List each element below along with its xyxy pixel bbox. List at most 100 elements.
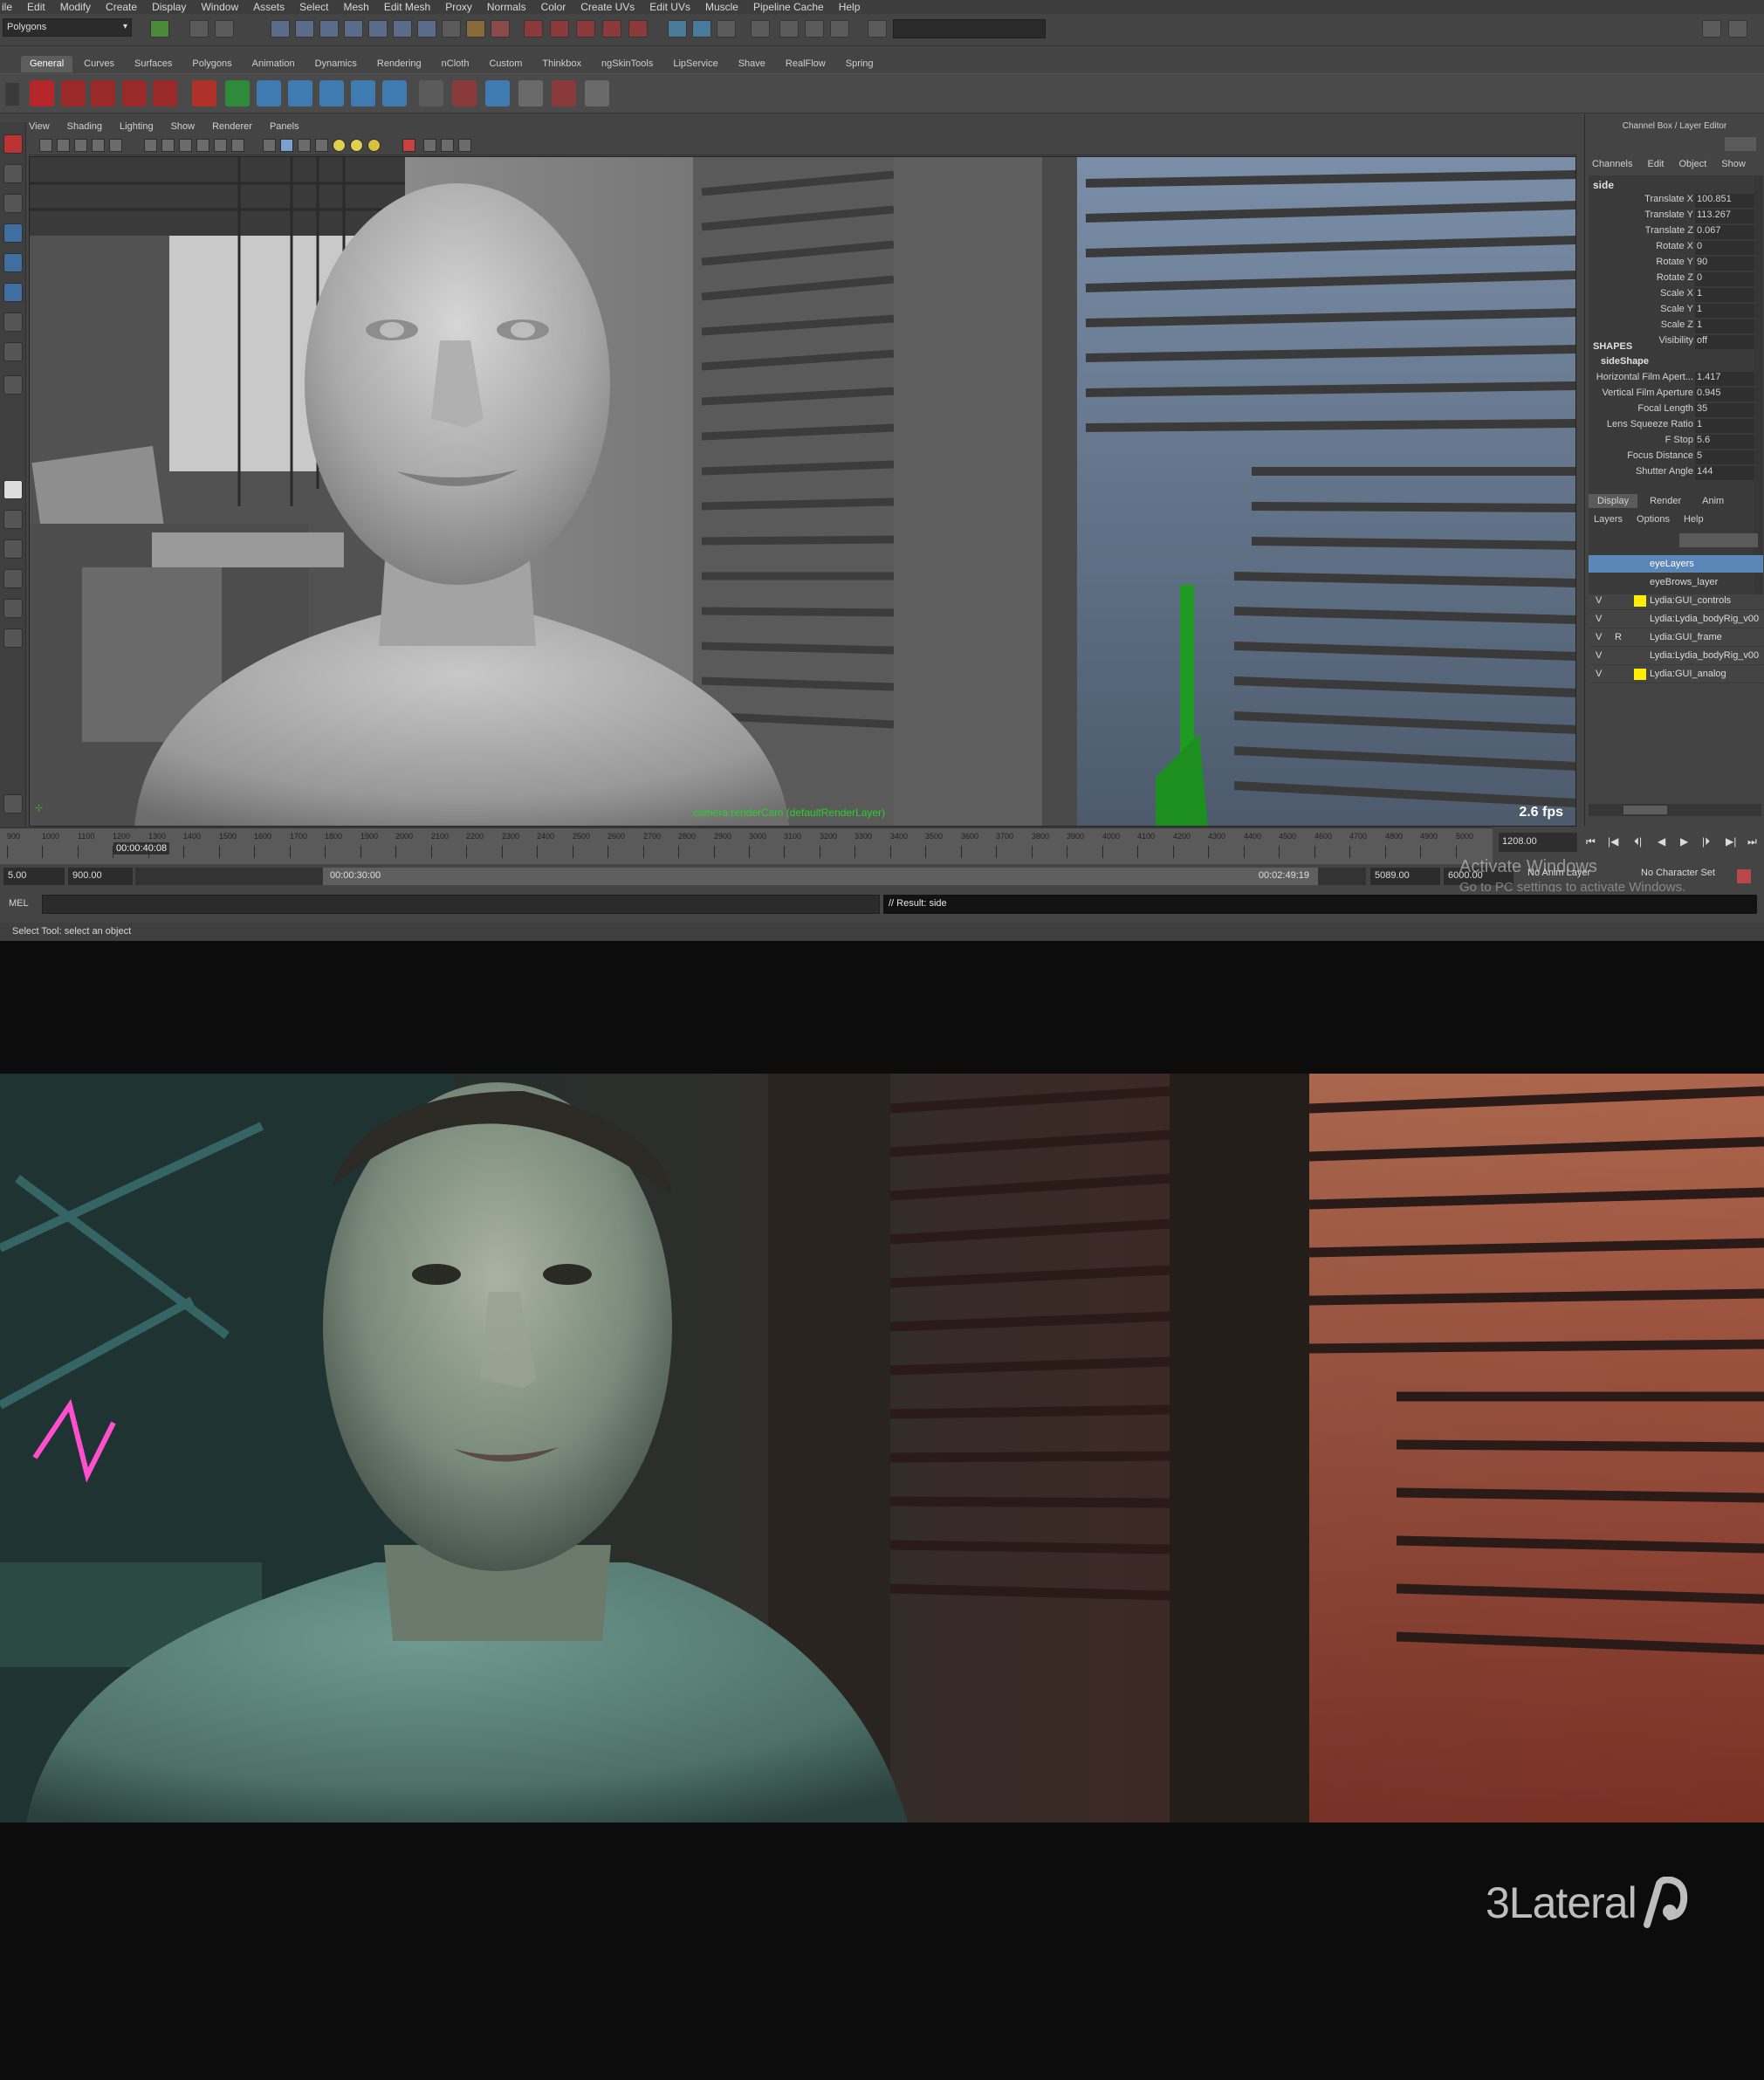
shelf-tab-dynamics[interactable]: Dynamics — [306, 56, 366, 72]
channel-row[interactable]: Scale X 1 — [1589, 288, 1754, 303]
help-icon[interactable] — [442, 20, 461, 38]
layer-visibility-toggle[interactable]: V — [1596, 632, 1608, 642]
script-icon-5[interactable] — [192, 80, 216, 106]
layer-name[interactable]: Lydia:GUI_frame — [1650, 632, 1722, 642]
wire-on-shaded-icon[interactable] — [298, 139, 311, 152]
layer-name[interactable]: Lydia:GUI_controls — [1650, 595, 1731, 606]
range-end-field[interactable]: 5089.00 — [1370, 868, 1440, 885]
channel-value[interactable]: 0 — [1697, 241, 1702, 251]
layout-graph-icon[interactable] — [3, 599, 23, 618]
list-icon[interactable] — [419, 80, 443, 106]
menu-item-help[interactable]: Help — [839, 0, 861, 14]
channel-value[interactable]: 100.851 — [1697, 194, 1732, 204]
menu-item-create[interactable]: Create — [106, 0, 137, 14]
blend-icon[interactable] — [485, 80, 510, 106]
channel-row[interactable]: Rotate Y 90 — [1589, 257, 1754, 271]
command-input[interactable] — [42, 895, 880, 914]
channel-box-icon[interactable] — [717, 20, 736, 38]
anim-start-field[interactable]: 5.00 — [3, 868, 65, 885]
input-ops-icon[interactable] — [491, 20, 510, 38]
shelf-tab-surfaces[interactable]: Surfaces — [126, 56, 181, 72]
joint-icon-4[interactable] — [382, 80, 407, 106]
script-editor-icon[interactable] — [3, 794, 23, 813]
panel-toggle-icon[interactable] — [1728, 20, 1747, 38]
attribute-editor-icon[interactable] — [668, 20, 687, 38]
channel-row[interactable]: Scale Y 1 — [1589, 304, 1754, 319]
viewport-3d[interactable]: camera:renderCam (defaultRenderLayer) 2.… — [29, 156, 1576, 827]
open-scene-icon[interactable] — [189, 20, 209, 38]
channel-box-icons[interactable] — [1725, 137, 1756, 151]
channel-value-field[interactable] — [1695, 419, 1754, 433]
channel-value[interactable]: 35 — [1697, 403, 1707, 414]
channel-box-menu-object[interactable]: Object — [1678, 159, 1706, 169]
layer-name[interactable]: Lydia:GUI_analog — [1650, 669, 1726, 679]
script-icon-1[interactable] — [61, 80, 86, 106]
menu-item-edit[interactable]: Edit — [27, 0, 45, 14]
channel-row[interactable]: Focus Distance 5 — [1589, 450, 1754, 465]
layer-row[interactable]: V Lydia:GUI_analog — [1589, 665, 1763, 683]
render-view-icon[interactable] — [628, 20, 648, 38]
cluster-icon[interactable] — [552, 80, 576, 106]
joint-icon-2[interactable] — [319, 80, 344, 106]
ipr-render-icon[interactable] — [550, 20, 569, 38]
range-track[interactable]: 00:00:30:00 00:02:49:19 — [135, 868, 1366, 885]
camera-select-icon[interactable] — [39, 139, 52, 152]
menu-item-assets[interactable]: Assets — [253, 0, 285, 14]
menu-item-select[interactable]: Select — [299, 0, 328, 14]
film-gate-icon[interactable] — [144, 139, 157, 152]
go-to-start-icon[interactable]: ⏮ — [1586, 835, 1596, 848]
menu-item-create-uvs[interactable]: Create UVs — [580, 0, 635, 14]
layer-name[interactable]: Lydia:Lydia_bodyRig_v00 — [1650, 650, 1759, 661]
select-component-icon[interactable] — [319, 20, 339, 38]
safe-title-icon[interactable] — [231, 139, 244, 152]
step-back-frame-icon[interactable]: ⏴| — [1634, 835, 1642, 848]
layer-scroll-thumb[interactable] — [1623, 806, 1667, 814]
wireframe-icon[interactable] — [263, 139, 276, 152]
channel-row[interactable]: Horizontal Film Apert... 1.417 — [1589, 372, 1754, 387]
layer-visibility-toggle[interactable]: V — [1596, 650, 1608, 661]
menu-item-mesh[interactable]: Mesh — [344, 0, 369, 14]
layout-four-icon[interactable] — [3, 510, 23, 529]
textured-icon[interactable] — [315, 139, 328, 152]
safe-action-icon[interactable] — [214, 139, 227, 152]
shelf-tab-thinkbox[interactable]: Thinkbox — [533, 56, 590, 72]
bookmark-icon[interactable] — [74, 139, 87, 152]
channel-row[interactable]: Rotate X 0 — [1589, 241, 1754, 256]
grid-icon[interactable] — [109, 139, 122, 152]
layer-color-swatch[interactable] — [1634, 669, 1646, 680]
snap-surface-icon[interactable] — [417, 20, 436, 38]
channel-row[interactable]: Translate Y 113.267 — [1589, 209, 1754, 224]
layer-row[interactable]: eyeBrows_layer — [1589, 573, 1763, 592]
channel-row[interactable]: Translate Z 0.067 — [1589, 225, 1754, 240]
layer-tab-render[interactable]: Render — [1641, 494, 1690, 508]
lasso-tool-icon[interactable] — [3, 164, 23, 183]
joint-icon-1[interactable] — [288, 80, 312, 106]
snap-curve-icon[interactable] — [368, 20, 388, 38]
channel-value-field[interactable] — [1695, 288, 1754, 302]
gate-mask-icon[interactable] — [179, 139, 192, 152]
layer-menu-help[interactable]: Help — [1684, 514, 1704, 525]
layer-name[interactable]: eyeLayers — [1650, 559, 1694, 569]
menu-item-ile[interactable]: ile — [2, 0, 12, 14]
help-shelf-icon[interactable] — [30, 80, 54, 106]
scale-tool-icon[interactable] — [3, 283, 23, 302]
menu-item-pipeline-cache[interactable]: Pipeline Cache — [753, 0, 824, 14]
channel-value-field[interactable] — [1695, 241, 1754, 255]
channel-value-field[interactable] — [1695, 272, 1754, 286]
layer-buttons[interactable] — [1679, 533, 1758, 547]
menu-item-normals[interactable]: Normals — [487, 0, 526, 14]
current-frame-field[interactable]: 1208.00 — [1499, 833, 1577, 852]
viewport-menu-renderer[interactable]: Renderer — [212, 120, 252, 134]
layout-single-icon[interactable] — [3, 480, 23, 499]
shelf-tab-rendering[interactable]: Rendering — [368, 56, 430, 72]
character-set-dropdown[interactable]: No Character Set — [1641, 868, 1715, 878]
last-tool-icon[interactable] — [3, 375, 23, 395]
layout-toggle-icon[interactable] — [1702, 20, 1721, 38]
xray-icon[interactable] — [423, 139, 436, 152]
channel-value[interactable]: 90 — [1697, 257, 1707, 267]
menu-item-edit-uvs[interactable]: Edit UVs — [649, 0, 690, 14]
render-settings-icon[interactable] — [576, 20, 595, 38]
channel-row[interactable]: Focal Length 35 — [1589, 403, 1754, 418]
menu-item-window[interactable]: Window — [201, 0, 238, 14]
quick-select-field[interactable] — [893, 19, 1046, 38]
